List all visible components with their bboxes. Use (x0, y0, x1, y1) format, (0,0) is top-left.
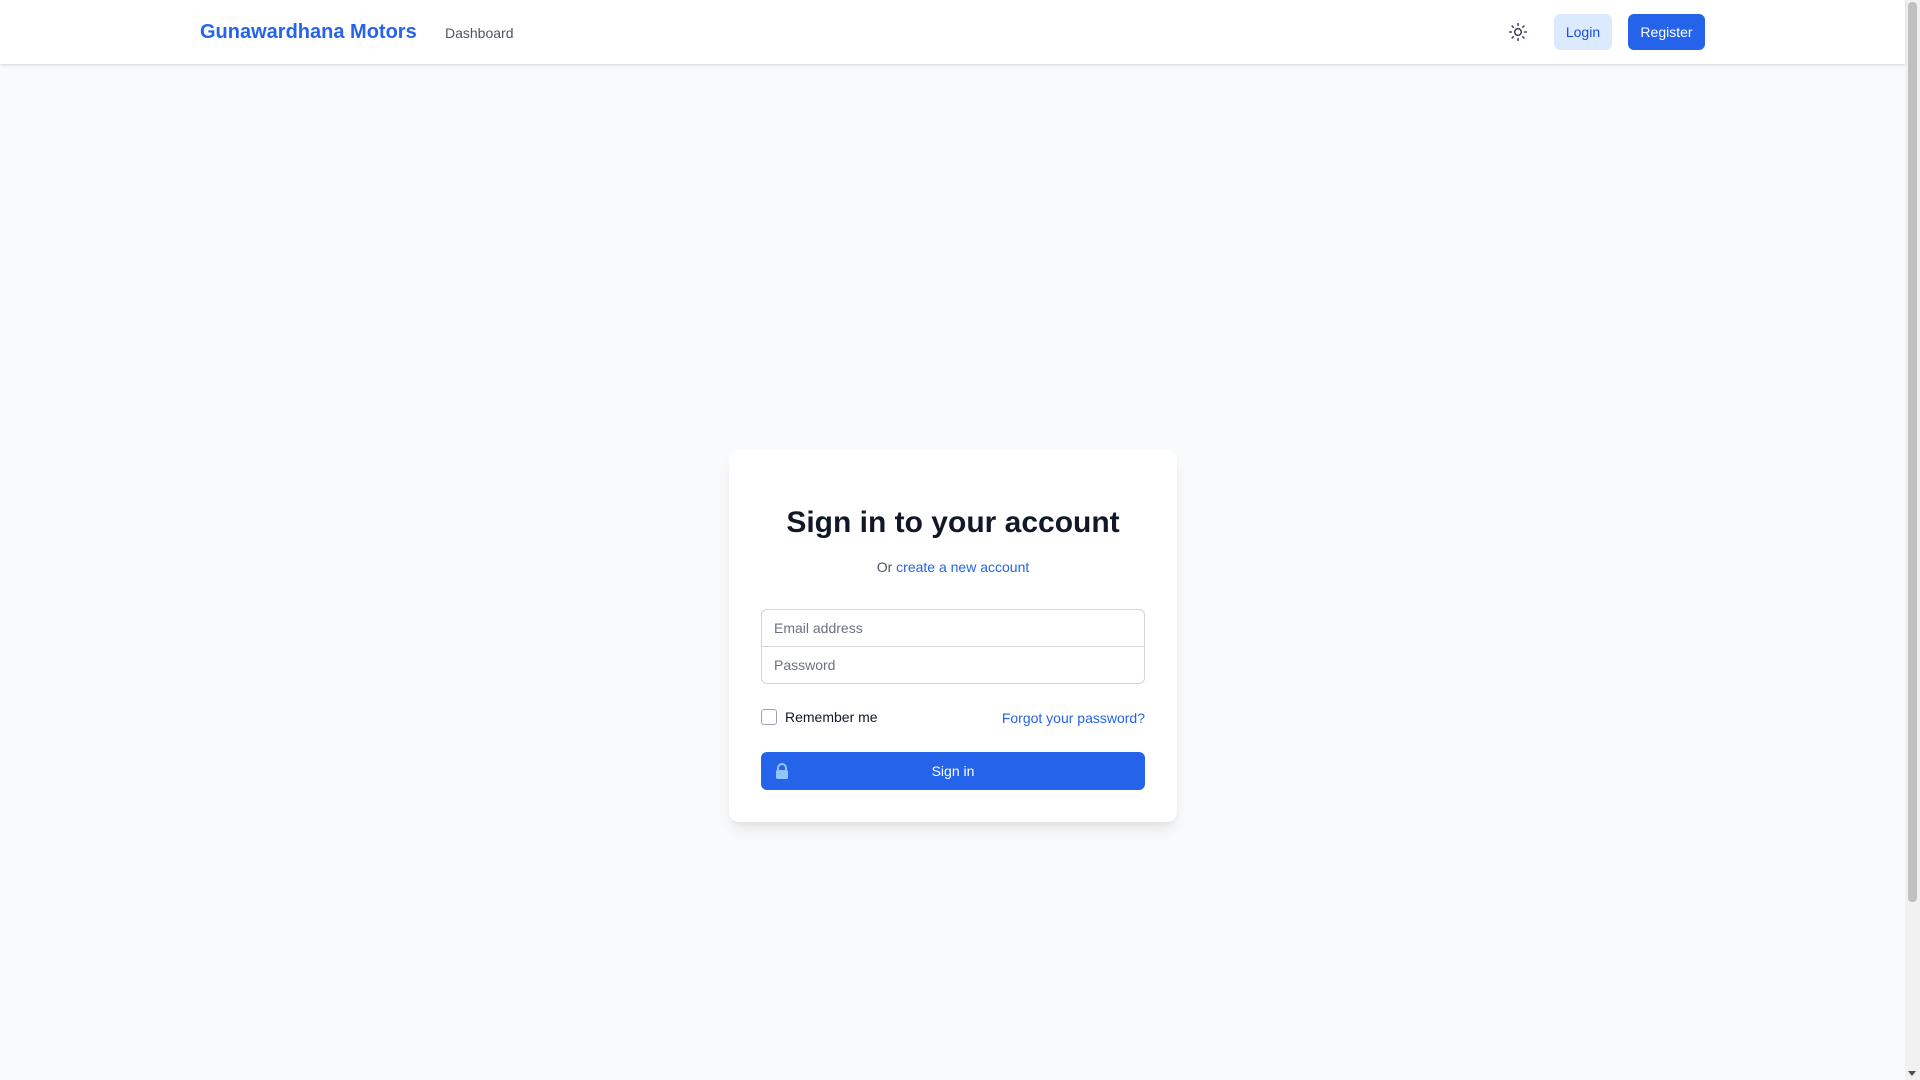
nav-link-dashboard[interactable]: Dashboard (445, 24, 514, 42)
top-navbar: Gunawardhana Motors Dashboard Login Regi… (0, 0, 1905, 64)
lock-icon (776, 763, 788, 779)
password-field[interactable] (761, 646, 1145, 684)
remember-me-label: Remember me (785, 709, 878, 725)
subtitle-prefix: Or (876, 559, 893, 575)
create-account-link[interactable]: create a new account (896, 559, 1029, 575)
sun-icon (1508, 22, 1528, 42)
register-button[interactable]: Register (1628, 14, 1705, 50)
signin-subtitle: Or create a new account (729, 558, 1177, 576)
scrollbar-thumb[interactable] (1908, 2, 1917, 902)
theme-toggle-button[interactable] (1501, 18, 1535, 46)
page-scrollbar[interactable] (1905, 0, 1920, 1080)
email-field[interactable] (761, 609, 1145, 647)
login-button[interactable]: Login (1554, 14, 1612, 50)
scroll-down-arrow-icon[interactable] (1908, 1071, 1916, 1076)
forgot-password-link[interactable]: Forgot your password? (1002, 709, 1145, 727)
brand-logo-link[interactable]: Gunawardhana Motors (200, 19, 417, 45)
checkbox-box[interactable] (761, 709, 777, 725)
remember-me-checkbox[interactable]: Remember me (761, 708, 878, 726)
signin-card: Sign in to your account Or create a new … (729, 450, 1177, 822)
sign-in-label: Sign in (931, 763, 975, 779)
sign-in-button[interactable]: Sign in (761, 752, 1145, 790)
page-title: Sign in to your account (786, 506, 1120, 539)
